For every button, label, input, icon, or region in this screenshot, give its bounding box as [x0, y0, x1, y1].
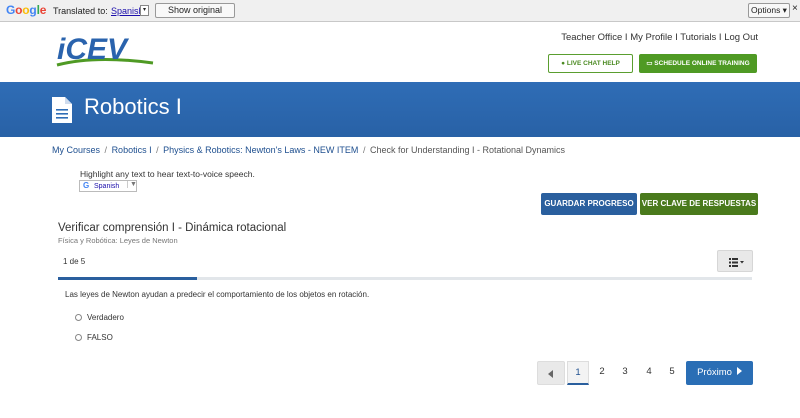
answer-key-button[interactable]: VER CLAVE DE RESPUESTAS: [640, 193, 758, 215]
breadcrumb: My Courses / Robotics I / Physics & Robo…: [52, 145, 565, 155]
answer-option-false[interactable]: FALSO: [75, 333, 113, 342]
tts-language-select[interactable]: G Spanish ▼: [79, 180, 137, 192]
progress-fill: [58, 277, 197, 280]
link-separator: I: [622, 32, 631, 43]
course-banner: Robotics I: [0, 82, 800, 137]
target-language-link[interactable]: Spanish: [111, 6, 144, 16]
live-chat-label: LIVE CHAT HELP: [566, 60, 620, 67]
google-logo-letter: o: [15, 3, 23, 17]
answer-option-true[interactable]: Verdadero: [75, 313, 124, 322]
breadcrumb-robotics[interactable]: Robotics I: [112, 145, 152, 155]
question-text: Las leyes de Newton ayudan a predecir el…: [65, 290, 370, 299]
schedule-training-button[interactable]: ▭ SCHEDULE ONLINE TRAINING: [639, 54, 757, 73]
close-icon[interactable]: ×: [792, 3, 798, 14]
page-1[interactable]: 1: [567, 361, 589, 385]
options-button[interactable]: Options ▾: [748, 3, 790, 18]
progress-bar: [58, 277, 752, 280]
previous-button[interactable]: [537, 361, 565, 385]
document-icon: [52, 97, 72, 123]
save-progress-button[interactable]: GUARDAR PROGRESO: [541, 193, 637, 215]
icev-logo[interactable]: iCEV: [55, 33, 155, 69]
tts-instruction: Highlight any text to hear text-to-voice…: [80, 169, 255, 179]
arrow-right-icon: [736, 367, 742, 375]
my-profile-link[interactable]: My Profile: [630, 32, 672, 43]
page-title: Robotics I: [84, 94, 182, 119]
breadcrumb-my-courses[interactable]: My Courses: [52, 145, 100, 155]
page-3[interactable]: 3: [614, 361, 636, 385]
translate-bar: Google Translated to: Spanish ▾ Show ori…: [0, 0, 800, 22]
option-label: FALSO: [87, 333, 113, 342]
translated-to-label: Translated to:: [53, 6, 108, 16]
page-4[interactable]: 4: [638, 361, 660, 385]
tutorials-link[interactable]: Tutorials: [680, 32, 716, 43]
teacher-office-link[interactable]: Teacher Office: [561, 32, 622, 43]
breadcrumb-separator: /: [362, 145, 366, 155]
arrow-left-icon: [548, 370, 553, 378]
question-list-button[interactable]: [717, 250, 753, 272]
breadcrumb-separator: /: [156, 145, 159, 155]
log-out-link[interactable]: Log Out: [724, 32, 758, 43]
radio-button[interactable]: [75, 334, 82, 341]
breadcrumb-unit[interactable]: Physics & Robotics: Newton's Laws - NEW …: [163, 145, 358, 155]
live-chat-button[interactable]: ● LIVE CHAT HELP: [548, 54, 633, 73]
quiz-title: Verificar comprensión I - Dinámica rotac…: [58, 222, 287, 234]
tts-language-value: Spanish: [94, 182, 120, 190]
page-2[interactable]: 2: [591, 361, 613, 385]
link-separator: I: [716, 32, 725, 43]
logo-text: iCEV: [57, 33, 130, 66]
google-logo-letter: e: [39, 3, 47, 17]
page-5[interactable]: 5: [661, 361, 683, 385]
breadcrumb-current: Check for Understanding I - Rotational D…: [369, 145, 566, 155]
show-original-button[interactable]: Show original: [155, 3, 235, 18]
google-logo: Google: [6, 3, 46, 17]
next-button[interactable]: Próximo: [686, 361, 753, 385]
question-counter: 1 de 5: [63, 257, 86, 266]
google-logo-letter: G: [6, 3, 16, 17]
language-dropdown-icon[interactable]: ▾: [140, 5, 149, 16]
quiz-subtitle: Física y Robótica: Leyes de Newton: [58, 236, 178, 245]
google-logo-letter: o: [22, 3, 30, 17]
radio-button[interactable]: [75, 314, 82, 321]
top-links: Teacher Office I My Profile I Tutorials …: [561, 32, 758, 43]
chevron-down-icon: ▼: [127, 181, 137, 188]
google-g-icon: G: [83, 181, 90, 190]
google-logo-letter: g: [29, 3, 37, 17]
schedule-label: SCHEDULE ONLINE TRAINING: [654, 60, 750, 67]
list-icon: [729, 258, 744, 267]
breadcrumb-separator: /: [104, 145, 108, 155]
next-label: Próximo: [697, 367, 732, 378]
option-label: Verdadero: [87, 313, 124, 322]
